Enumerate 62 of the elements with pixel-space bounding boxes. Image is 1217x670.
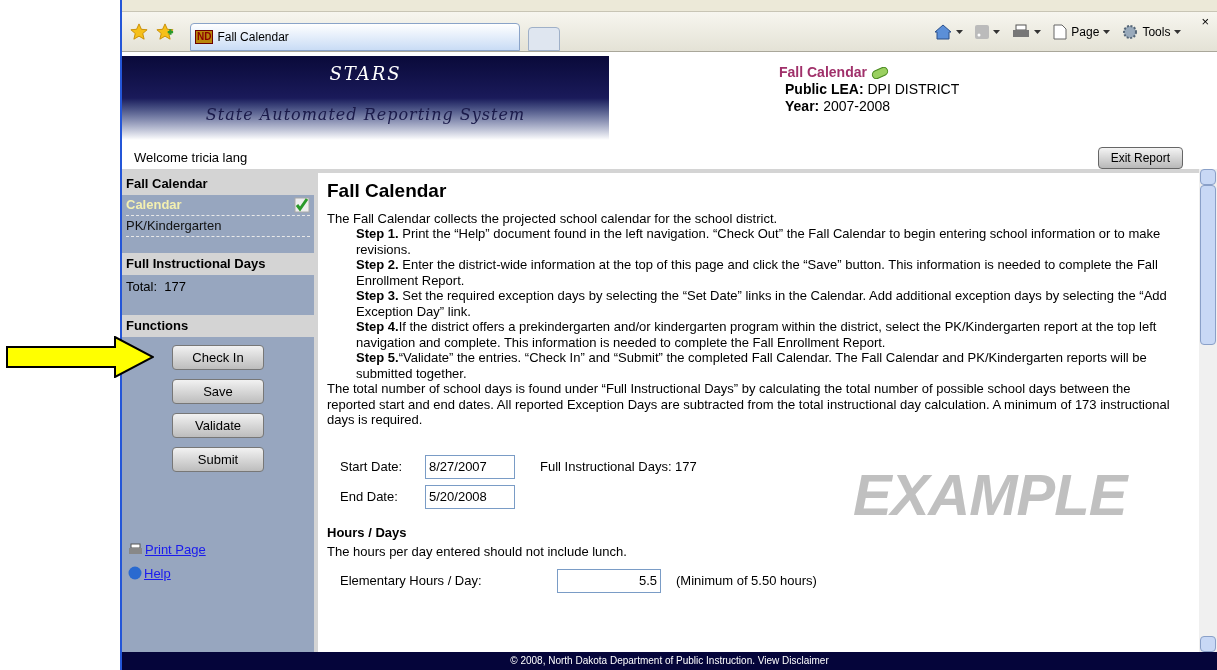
hint-text: The hours per day entered should not include lunch. (327, 544, 628, 560)
date-field[interactable]: 8/27/2007 (425, 454, 515, 479)
year-text: Year: 2007-2008 (785, 98, 892, 115)
tools-button[interactable]: Tools (1122, 22, 1182, 41)
section-heading: Functions (122, 315, 314, 337)
caret-icon (1174, 29, 1182, 34)
total-text: Total: 177 (126, 279, 186, 294)
hours-field[interactable]: 5.5 (557, 568, 661, 593)
print-button[interactable] (1012, 23, 1042, 40)
pill-icon (870, 66, 889, 79)
print-icon (1012, 23, 1031, 40)
function-button[interactable]: Save (172, 379, 264, 404)
hint-text: (Minimum of 5.50 hours) (676, 572, 817, 589)
report-title: Fall Calendar (779, 64, 867, 81)
caret-icon (1103, 29, 1111, 34)
page-button[interactable]: Page (1053, 22, 1111, 41)
days-text: Full Instructional Days: 177 (540, 458, 697, 475)
welcome-text: Welcome tricia lang (134, 149, 248, 168)
intro-text: The Fall Calendar collects the projected school calendar for the school district. (327, 210, 779, 226)
caret-icon (956, 29, 964, 34)
section-heading: Fall Calendar (122, 173, 314, 195)
lea-text: Public LEA: DPI DISTRICT (785, 81, 960, 98)
tab-title: Fall Calendar (217, 29, 289, 46)
scrollbar[interactable] (1199, 169, 1217, 652)
caret-icon (1034, 29, 1042, 34)
print-link[interactable]: Print Page (145, 540, 206, 560)
home-button[interactable] (934, 23, 964, 40)
browser-tab[interactable]: ND Fall Calendar (190, 23, 520, 51)
feed-button[interactable] (975, 24, 1001, 39)
step-text: Step 1. Print the “Help” document found in the left navigation. “Check Out” the Fall Calendar to begin entering school information or to make revisions. (355, 226, 1162, 257)
step-text: Step 2. Enter the district-wide information at the top of this page and click the “Save” button. This information is needed to complete the Fall Enrollment Report. (355, 257, 1159, 288)
page-heading: Fall Calendar (327, 183, 448, 199)
field-label: Elementary Hours / Day: (340, 572, 483, 589)
function-button[interactable]: Check In (172, 345, 264, 370)
star-icon[interactable] (130, 22, 148, 41)
close-button[interactable]: × (1201, 12, 1209, 32)
function-button[interactable]: Submit (172, 447, 264, 472)
field-label: End Date: (340, 488, 399, 505)
logo-subtitle: State Automated Reporting System (205, 104, 526, 126)
add-favorite-icon[interactable] (156, 22, 174, 41)
caret-icon (993, 29, 1001, 34)
nav-link[interactable]: PK/Kindergarten (126, 216, 310, 237)
home-icon (934, 23, 953, 40)
tools-icon (1122, 23, 1139, 40)
step-text: Step 5.“Validate” the entries. “Check In” and “Submit” the completed Fall Calendar. The Fall Calendar and PK/Kindergarten reports will be submitted together. (355, 350, 1148, 381)
section-heading: Full Instructional Days (122, 253, 314, 275)
page-icon (1053, 23, 1068, 40)
new-tab-button[interactable] (528, 27, 560, 51)
help-link[interactable]: Help (144, 563, 171, 583)
section-heading: Hours / Days (327, 524, 408, 540)
field-label: Start Date: (340, 458, 404, 475)
example-label: EXAMPLE (853, 465, 1127, 525)
function-button[interactable]: Validate (172, 413, 264, 438)
site-icon: ND (195, 30, 214, 44)
step-text: Step 4.If the district offers a prekindergarten and/or kindergarten program within the district, select the PK/Kindergarten report at the top left navigation and complete. This information is needed to complete the Fall Enrollment Report. (355, 319, 1158, 350)
exit-report-button[interactable]: Exit Report (1097, 147, 1183, 169)
summary-text: The total number of school days is found under “Full Instructional Days” by calculating the total number of possible school days between the reported start and end dates. All reported Exception Days are subtracted from the total instructional day calculation. A minimum of 173 instructional days is required. (327, 381, 1171, 428)
printer-icon (128, 543, 143, 557)
date-field[interactable]: 5/20/2008 (425, 484, 515, 509)
logo-title: STARS (329, 62, 402, 86)
footer-text: © 2008, North Dakota Department of Public Instruction. View Disclaimer (122, 652, 1217, 670)
step-text: Step 3. Set the required exception days by selecting the “Set Date” links in the Calendar. Add additional exception days by selecting the “Add Exception Day” link. (355, 288, 1168, 319)
